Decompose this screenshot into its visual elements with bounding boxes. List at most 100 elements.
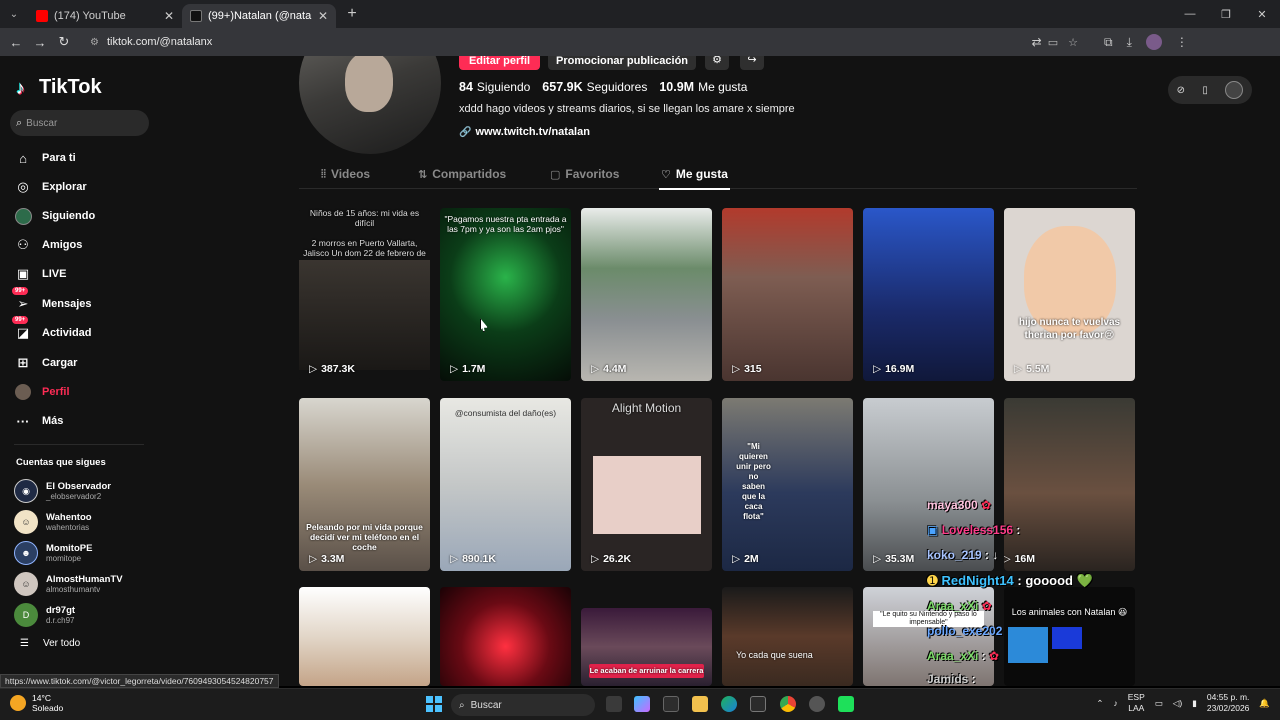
- close-window-icon[interactable]: ✕: [1244, 0, 1280, 28]
- forward-icon[interactable]: →: [28, 35, 52, 50]
- edge-icon[interactable]: [721, 696, 737, 712]
- tab-favoritos[interactable]: ▢ Favoritos: [550, 159, 619, 189]
- app-icon[interactable]: [809, 696, 825, 712]
- video-card[interactable]: Peleando por mi vida porque decidí ver m…: [299, 398, 430, 571]
- profile-avatar-icon[interactable]: [1145, 34, 1162, 50]
- clock[interactable]: 04:55 p. m. 23/02/2026: [1207, 692, 1250, 714]
- cast-icon[interactable]: ▭: [1048, 36, 1058, 49]
- microphone-icon[interactable]: ♪: [1114, 698, 1118, 708]
- see-all-link[interactable]: ☰ Ver todo: [20, 638, 80, 649]
- following-account[interactable]: ☺ AlmostHumanTV almosthumantv: [14, 572, 123, 596]
- new-tab-button[interactable]: +: [340, 5, 364, 23]
- following-account[interactable]: ◉ El Observador _elobservador2: [14, 479, 111, 503]
- taskbar-search[interactable]: ⌕ Buscar: [451, 694, 595, 716]
- translate-icon[interactable]: ⇄: [1032, 35, 1042, 49]
- chrome-icon[interactable]: [780, 696, 796, 712]
- sidebar-item-para-ti[interactable]: ⌂ Para ti: [14, 147, 76, 169]
- video-card[interactable]: [299, 587, 430, 686]
- tab-me-gusta[interactable]: ♡ Me gusta: [659, 159, 730, 190]
- sidebar-item-live[interactable]: ▣ LIVE: [14, 263, 67, 285]
- video-card[interactable]: hijo nunca te vuelvas therian por favor😢…: [1004, 208, 1135, 381]
- tab-videos[interactable]: ⦙⦙ Videos: [321, 159, 370, 189]
- video-card[interactable]: Alight Motion ▷ 26.2K: [581, 398, 712, 571]
- app-icon[interactable]: [750, 696, 766, 712]
- profile-avatar[interactable]: [299, 56, 441, 154]
- battery-icon[interactable]: ▮: [1192, 698, 1197, 709]
- compass-icon[interactable]: ⊘: [1177, 85, 1185, 96]
- chat-line: Araa_xXi : ✿: [927, 649, 1000, 663]
- close-tab-icon[interactable]: ✕: [164, 9, 174, 23]
- video-card[interactable]: ▷ 4.4M: [581, 208, 712, 381]
- start-button[interactable]: [426, 696, 442, 712]
- promote-button[interactable]: Promocionar publicación: [548, 56, 696, 70]
- site-info-icon[interactable]: ⚙: [90, 37, 99, 48]
- avatar-face: [345, 56, 393, 112]
- copilot-icon[interactable]: [634, 696, 650, 712]
- video-card[interactable]: [440, 587, 571, 686]
- reload-icon[interactable]: ↻: [52, 34, 76, 50]
- tiktok-logo[interactable]: ♪ TikTok: [16, 76, 102, 99]
- link-icon: 🔗: [459, 127, 472, 138]
- share-icon[interactable]: ↪: [740, 56, 764, 70]
- close-tab-icon[interactable]: ✕: [318, 9, 328, 23]
- sidebar-item-siguiendo[interactable]: Siguiendo: [14, 205, 95, 227]
- sidebar-item-mensajes[interactable]: ➢ 99+ Mensajes: [12, 287, 92, 315]
- bookmark-star-icon[interactable]: ☆: [1068, 36, 1078, 49]
- menu-kebab-icon[interactable]: ⋮: [1176, 35, 1188, 49]
- minimize-icon[interactable]: —: [1172, 0, 1208, 28]
- video-card[interactable]: ▷ 16M: [1004, 398, 1135, 571]
- sidebar-item-cargar[interactable]: ⊞ Cargar: [14, 352, 78, 374]
- notifications-icon[interactable]: 🔔: [1259, 698, 1270, 709]
- video-card[interactable]: Niños de 15 años: mi vida es difícil 2 m…: [299, 208, 430, 381]
- following-account[interactable]: ☺ Wahentoo wahentorias: [14, 510, 92, 534]
- video-card[interactable]: ▷ 35.3M: [863, 398, 994, 571]
- sidebar-item-mas[interactable]: ··· Más: [14, 410, 64, 432]
- search-input[interactable]: ⌕ Buscar: [10, 110, 149, 136]
- extensions-icon[interactable]: ⧉: [1104, 35, 1113, 50]
- video-card[interactable]: ▷ 315: [722, 208, 853, 381]
- chevron-up-icon[interactable]: ⌃: [1096, 698, 1103, 709]
- following-stat[interactable]: 84 Siguiendo: [459, 80, 530, 94]
- tab-search-menu-icon[interactable]: ⌄: [0, 0, 28, 28]
- video-card[interactable]: @consumista del daño(es) ▷ 890.1K: [440, 398, 571, 571]
- video-card[interactable]: Le acaban de arruinar la carrera: [581, 608, 712, 686]
- avatar[interactable]: [1225, 81, 1244, 99]
- see-all-label: Ver todo: [42, 638, 81, 649]
- sidebar-item-actividad[interactable]: ◪ 99+ Actividad: [12, 316, 92, 344]
- video-card[interactable]: "Pagamos nuestra pta entrada a las 7pm y…: [440, 208, 571, 381]
- file-explorer-icon[interactable]: [692, 696, 708, 712]
- phone-icon[interactable]: ▯: [1202, 85, 1208, 96]
- omnibox[interactable]: ⚙ tiktok.com/@natalanx ⇄ ▭ ☆: [84, 31, 1088, 53]
- tab-label: Videos: [330, 167, 371, 181]
- account-handle: almosthumantv: [46, 585, 101, 594]
- download-icon[interactable]: ⤓: [1127, 35, 1132, 50]
- sidebar-item-amigos[interactable]: ⚇ Amigos: [14, 234, 82, 256]
- profile-link[interactable]: 🔗 www.twitch.tv/natalan: [459, 126, 590, 138]
- back-icon[interactable]: ←: [4, 35, 28, 50]
- task-view-icon[interactable]: [606, 696, 622, 712]
- volume-icon[interactable]: ◁): [1173, 698, 1182, 709]
- settings-icon[interactable]: ⚙: [705, 56, 729, 70]
- video-caption: Peleando por mi vida porque decidí ver m…: [306, 522, 423, 552]
- edit-profile-button[interactable]: Editar perfil: [459, 56, 540, 70]
- store-icon[interactable]: [663, 696, 679, 712]
- video-card[interactable]: Los animales con Natalan 😆: [1004, 587, 1135, 686]
- tab-youtube[interactable]: (174) YouTube ✕: [28, 4, 182, 28]
- maximize-icon[interactable]: ❐: [1208, 0, 1244, 28]
- network-icon[interactable]: ▭: [1155, 698, 1163, 709]
- following-account[interactable]: D dr97gt d.r.ch97: [14, 603, 75, 627]
- followers-stat[interactable]: 657.9K Seguidores: [542, 80, 647, 94]
- video-card[interactable]: ▷ 16.9M: [863, 208, 994, 381]
- sidebar-item-explorar[interactable]: ◎ Explorar: [14, 176, 86, 198]
- kick-icon[interactable]: [838, 696, 854, 712]
- tab-compartidos[interactable]: ⇅ Compartidos: [418, 159, 506, 189]
- tab-tiktok[interactable]: (99+)Natalan (@natalanx) | TikT… ✕: [182, 4, 336, 28]
- sidebar-item-perfil[interactable]: Perfil: [14, 381, 70, 403]
- language-indicator[interactable]: ESP LAA: [1128, 692, 1145, 714]
- weather-widget[interactable]: 14°C Soleado: [10, 693, 63, 713]
- video-card[interactable]: "Mi quieren unir pero no saben que la ca…: [722, 398, 853, 571]
- following-account[interactable]: ☻ MomitoPE momitope: [14, 541, 92, 565]
- video-card[interactable]: Yo cada que suena: [722, 587, 853, 686]
- weather-sun-icon: [10, 695, 26, 711]
- home-icon: ⌂: [19, 150, 27, 166]
